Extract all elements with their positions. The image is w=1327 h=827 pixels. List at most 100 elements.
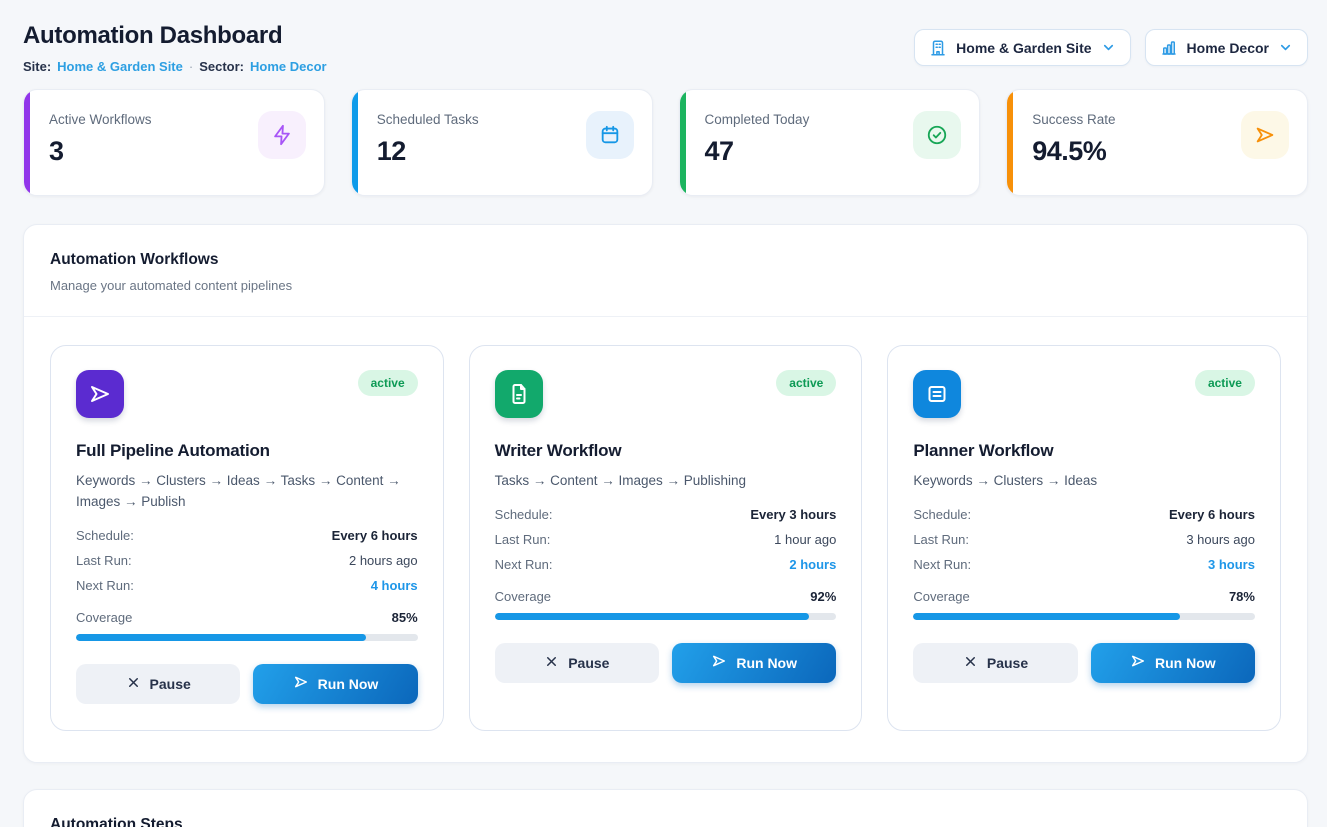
pause-button[interactable]: Pause (913, 643, 1077, 683)
coverage-progress-bar (495, 613, 837, 620)
workflow-meta: Schedule: Every 6 hours Last Run: 2 hours … (76, 528, 418, 593)
status-badge: active (1195, 370, 1255, 396)
steps-section-header: Automation Steps Configure which steps a… (24, 790, 1307, 827)
site-link[interactable]: Home & Garden Site (57, 59, 183, 74)
workflow-title: Planner Workflow (913, 441, 1255, 461)
stat-accent-bar (680, 90, 686, 195)
schedule-label: Schedule: (495, 507, 553, 522)
send-icon (1130, 653, 1146, 672)
coverage-block: Coverage85% (76, 610, 418, 641)
workflow-pipeline: Tasks → Content → Images → Publishing (495, 471, 837, 492)
workflow-card-full-pipeline: active Full Pipeline Automation Keywords… (50, 345, 444, 731)
zap-icon (258, 111, 306, 159)
workflow-meta: Schedule: Every 6 hours Last Run: 3 hours … (913, 507, 1255, 572)
workflow-card-planner: active Planner Workflow Keywords → Clust… (887, 345, 1281, 731)
site-label: Site: (23, 59, 51, 74)
stat-accent-bar (1007, 90, 1013, 195)
coverage-label: Coverage (76, 610, 132, 625)
next-run-label: Next Run: (913, 557, 971, 572)
close-icon (963, 654, 978, 672)
run-now-button[interactable]: Run Now (253, 664, 417, 704)
sector-dropdown-label: Home Decor (1187, 40, 1269, 56)
coverage-block: Coverage 92% (495, 589, 837, 620)
workflow-pipeline: Keywords → Clusters → Ideas → Tasks → Co… (76, 471, 418, 513)
stat-card-completed-today: Completed Today 47 (679, 89, 981, 196)
last-run-label: Last Run: (76, 553, 132, 568)
workflow-card-writer: active Writer Workflow Tasks → Content →… (469, 345, 863, 731)
building-icon (929, 39, 947, 57)
run-now-button-label: Run Now (736, 655, 797, 671)
close-icon (544, 654, 559, 672)
pause-button-label: Pause (150, 676, 191, 692)
steps-section: Automation Steps Configure which steps a… (23, 789, 1308, 827)
coverage-block: Coverage 78% (913, 589, 1255, 620)
workflow-actions: Pause Run Now (495, 643, 837, 683)
pause-button-label: Pause (987, 655, 1028, 671)
run-now-button-label: Run Now (1155, 655, 1216, 671)
workflow-title: Full Pipeline Automation (76, 441, 418, 461)
last-run-label: Last Run: (495, 532, 551, 547)
workflow-card-top: active (76, 370, 418, 418)
coverage-progress-bar (913, 613, 1255, 620)
site-dropdown[interactable]: Home & Garden Site (914, 29, 1130, 66)
stats-row: Active Workflows 3 Scheduled Tasks 12 Co… (23, 89, 1308, 196)
coverage-progress-bar (76, 634, 418, 641)
stat-accent-bar (24, 90, 30, 195)
stat-card-success-rate: Success Rate 94.5% (1006, 89, 1308, 196)
workflows-section: Automation Workflows Manage your automat… (23, 224, 1308, 763)
pause-button[interactable]: Pause (76, 664, 240, 704)
schedule-value: Every 3 hours (750, 507, 836, 522)
next-run-label: Next Run: (76, 578, 134, 593)
schedule-label: Schedule: (76, 528, 134, 543)
next-run-value: 3 hours (1208, 557, 1255, 572)
coverage-progress-fill (495, 613, 809, 620)
workflow-card-top: active (495, 370, 837, 418)
header-titles: Automation Dashboard Site: Home & Garden… (23, 22, 327, 74)
section-title: Automation Workflows (50, 251, 1281, 269)
last-run-label: Last Run: (913, 532, 969, 547)
chevron-down-icon (1101, 40, 1116, 55)
bar-chart-icon (1160, 39, 1178, 57)
coverage-progress-fill (76, 634, 366, 641)
stat-card-scheduled-tasks: Scheduled Tasks 12 (351, 89, 653, 196)
page-title: Automation Dashboard (23, 22, 327, 50)
file-text-icon (495, 370, 543, 418)
site-dropdown-label: Home & Garden Site (956, 40, 1091, 56)
stat-card-active-workflows: Active Workflows 3 (23, 89, 325, 196)
run-now-button[interactable]: Run Now (672, 643, 836, 683)
run-now-button[interactable]: Run Now (1091, 643, 1255, 683)
workflow-card-top: active (913, 370, 1255, 418)
breadcrumb-separator: · (189, 59, 193, 74)
schedule-label: Schedule: (913, 507, 971, 522)
workflows-section-body: active Full Pipeline Automation Keywords… (24, 317, 1307, 762)
workflow-title: Writer Workflow (495, 441, 837, 461)
status-badge: active (776, 370, 836, 396)
workflow-actions: Pause Run Now (913, 643, 1255, 683)
sector-label: Sector: (199, 59, 244, 74)
pause-button[interactable]: Pause (495, 643, 659, 683)
coverage-label: Coverage (495, 589, 551, 604)
sector-dropdown[interactable]: Home Decor (1145, 29, 1308, 66)
pause-button-label: Pause (568, 655, 609, 671)
next-run-label: Next Run: (495, 557, 553, 572)
chevron-down-icon (1278, 40, 1293, 55)
coverage-value: 92% (810, 589, 836, 604)
close-icon (126, 675, 141, 693)
send-icon (76, 370, 124, 418)
workflow-meta: Schedule:Every 3 hours Last Run:1 hour a… (495, 507, 837, 572)
breadcrumb: Site: Home & Garden Site · Sector: Home … (23, 59, 327, 74)
schedule-value: Every 6 hours (332, 528, 418, 543)
send-icon (293, 674, 309, 693)
last-run-value: 2 hours ago (349, 553, 418, 568)
workflows-section-header: Automation Workflows Manage your automat… (24, 225, 1307, 317)
workflow-pipeline: Keywords → Clusters → Ideas (913, 471, 1255, 492)
coverage-label: Coverage (913, 589, 969, 604)
list-icon (913, 370, 961, 418)
coverage-progress-fill (913, 613, 1179, 620)
schedule-value: Every 6 hours (1169, 507, 1255, 522)
run-now-button-label: Run Now (318, 676, 379, 692)
next-run-value: 2 hours (789, 557, 836, 572)
last-run-value: 3 hours ago (1186, 532, 1255, 547)
coverage-value: 78% (1229, 589, 1255, 604)
sector-link[interactable]: Home Decor (250, 59, 327, 74)
